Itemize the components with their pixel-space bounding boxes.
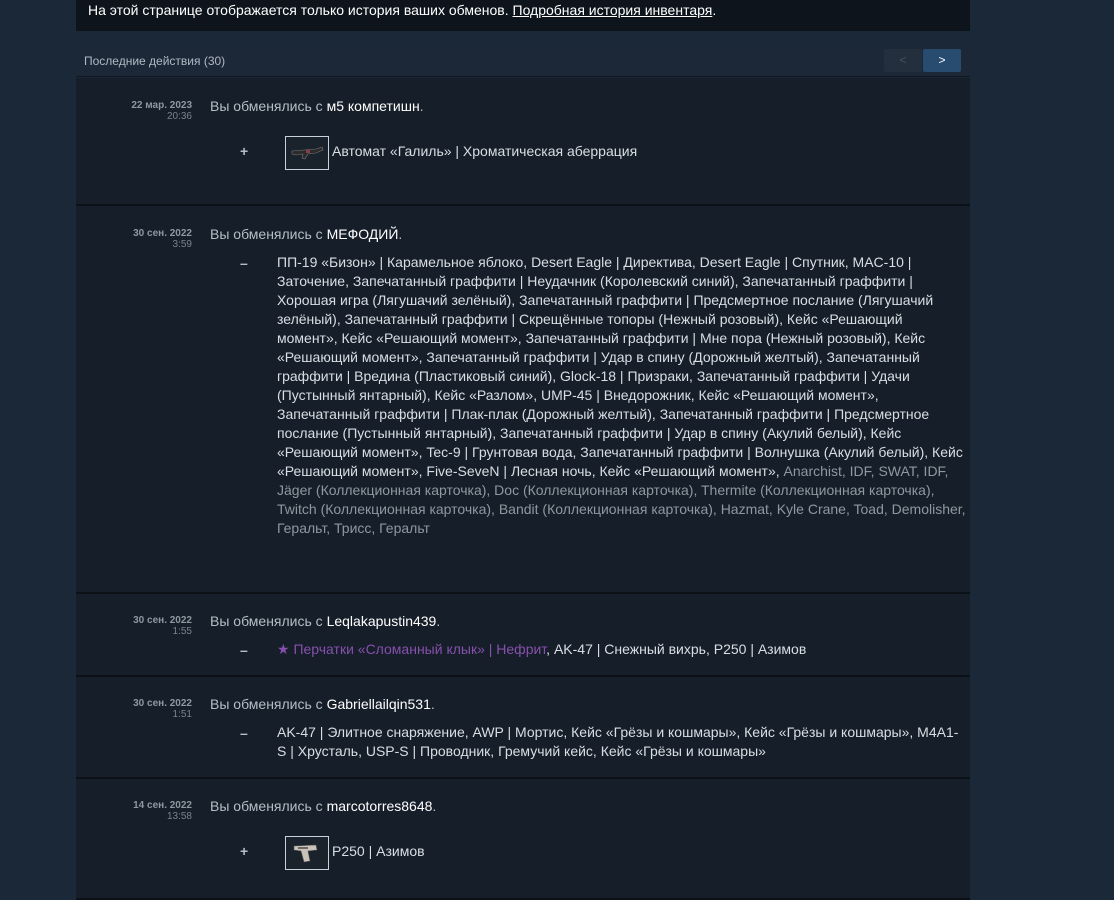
item-list-names: AK-47 | Элитное снаряжение, AWP | Мортис… xyxy=(277,724,959,759)
trade-date: 30 сен. 2022 1:55 xyxy=(76,615,192,637)
trade-date: 14 сен. 2022 13:58 xyxy=(76,800,192,822)
trade-row: 30 сен. 2022 3:59 Вы обменялись с МЕФОДИЙ… xyxy=(76,206,970,594)
trade-time: 20:36 xyxy=(166,111,192,122)
item-list: AK-47 | Элитное снаряжение, AWP | Мортис… xyxy=(277,723,967,761)
trade-history-container: На этой странице отображается только ист… xyxy=(76,0,970,900)
given-sign: – xyxy=(240,255,248,271)
trade-date: 22 мар. 2023 20:36 xyxy=(76,100,192,122)
received-sign: + xyxy=(240,143,249,159)
trade-date: 30 сен. 2022 1:51 xyxy=(76,698,192,720)
trade-row: 30 сен. 2022 1:55 Вы обменялись с Leqlaka… xyxy=(76,594,970,677)
history-notice: На этой странице отображается только ист… xyxy=(76,0,970,31)
activity-header-bar: Последние действия (30) < > xyxy=(76,46,970,77)
item-list: ★ Перчатки «Сломанный клык» | Нефрит, AK… xyxy=(277,640,967,659)
trade-partner[interactable]: Gabriellailqin531 xyxy=(327,696,431,712)
item-thumbnail[interactable] xyxy=(285,136,329,170)
trade-row: 22 мар. 2023 20:36 Вы обменялись с м5 ком… xyxy=(76,78,970,206)
item-list-names: , AK-47 | Снежный вихрь, P250 | Азимов xyxy=(546,641,807,657)
trade-description: Вы обменялись с Gabriellailqin531. xyxy=(210,696,435,712)
trade-row: 30 сен. 2022 1:51 Вы обменялись с Gabriel… xyxy=(76,677,970,779)
trade-time: 1:51 xyxy=(172,709,192,720)
rifle-icon xyxy=(291,146,324,160)
trade-description: Вы обменялись с м5 компетишн. xyxy=(210,98,424,114)
pistol-icon xyxy=(293,844,318,863)
item-list: ПП-19 «Бизон» | Карамельное яблоко, Dese… xyxy=(277,253,967,538)
item-list-names: ПП-19 «Бизон» | Карамельное яблоко, Dese… xyxy=(277,254,963,479)
trade-partner[interactable]: Leqlakapustin439 xyxy=(327,613,437,629)
trade-time: 13:58 xyxy=(166,811,192,822)
trade-time: 1:55 xyxy=(172,626,192,637)
trade-time: 3:59 xyxy=(172,239,192,250)
item-name[interactable]: P250 | Азимов xyxy=(332,842,425,861)
trade-description: Вы обменялись с Leqlakapustin439. xyxy=(210,613,441,629)
item-thumbnail[interactable] xyxy=(285,836,329,870)
given-sign: – xyxy=(240,642,248,658)
trade-partner[interactable]: marcotorres8648 xyxy=(327,798,433,814)
next-page-button[interactable]: > xyxy=(923,49,961,72)
item-name[interactable]: Автомат «Галиль» | Хроматическая аберрац… xyxy=(332,142,637,161)
inventory-history-link[interactable]: Подробная история инвентаря xyxy=(513,2,713,18)
trade-partner[interactable]: МЕФОДИЙ xyxy=(327,226,399,242)
prev-page-button[interactable]: < xyxy=(884,49,922,72)
trade-description: Вы обменялись с marcotorres8648. xyxy=(210,798,437,814)
given-sign: – xyxy=(240,725,248,741)
trade-row: 14 сен. 2022 13:58 Вы обменялись с marcot… xyxy=(76,779,970,900)
trade-partner[interactable]: м5 компетишн xyxy=(327,98,420,114)
notice-text: На этой странице отображается только ист… xyxy=(88,2,513,18)
trade-date: 30 сен. 2022 3:59 xyxy=(76,228,192,250)
rare-item-name[interactable]: ★ Перчатки «Сломанный клык» | Нефрит xyxy=(277,641,546,657)
recent-activity-title: Последние действия (30) xyxy=(84,54,226,68)
received-sign: + xyxy=(240,843,249,859)
notice-tail: . xyxy=(712,2,717,18)
trade-description: Вы обменялись с МЕФОДИЙ. xyxy=(210,226,403,242)
